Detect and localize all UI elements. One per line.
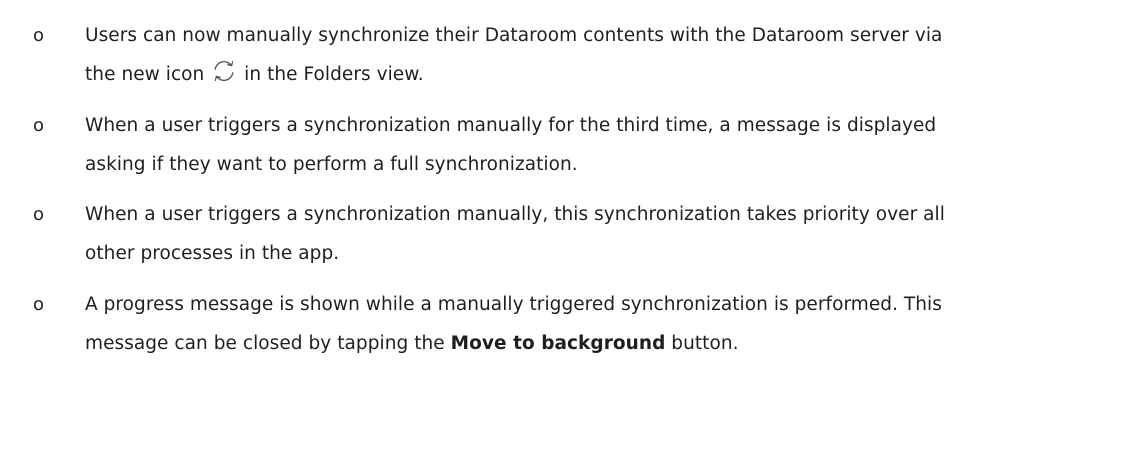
list-item-line: other processes in the app. [85, 243, 340, 264]
list-item-text: button. [665, 333, 739, 354]
document-page: o Users can now manually synchronize the… [0, 0, 1143, 472]
list-item-line: Users can now manually synchronize their… [85, 25, 943, 46]
bullet-marker: o [33, 25, 45, 46]
list-item-line: When a user triggers a synchronization m… [85, 115, 937, 136]
list-item-line: the new icon in the Folders view. [85, 55, 1123, 94]
bullet-marker: o [33, 294, 45, 315]
list-item-line: message can be closed by tapping the Mov… [85, 324, 1123, 363]
list-item-text: in the Folders view. [238, 64, 424, 85]
bullet-marker: o [33, 115, 45, 136]
list-item-line: A progress message is shown while a manu… [85, 294, 942, 315]
list-item: o When a user triggers a synchronization… [0, 106, 1123, 184]
bullet-marker: o [33, 204, 45, 225]
list-item: o A progress message is shown while a ma… [0, 285, 1123, 363]
list-item-line: When a user triggers a synchronization m… [85, 204, 945, 225]
list-item-text: message can be closed by tapping the [85, 333, 451, 354]
bullet-list: o Users can now manually synchronize the… [0, 16, 1123, 363]
list-item: o When a user triggers a synchronization… [0, 195, 1123, 273]
list-item-text: the new icon [85, 64, 211, 85]
sync-icon [212, 59, 236, 83]
list-item: o Users can now manually synchronize the… [0, 16, 1123, 94]
list-item-line: asking if they want to perform a full sy… [85, 154, 578, 175]
button-name-text: Move to background [450, 333, 666, 354]
